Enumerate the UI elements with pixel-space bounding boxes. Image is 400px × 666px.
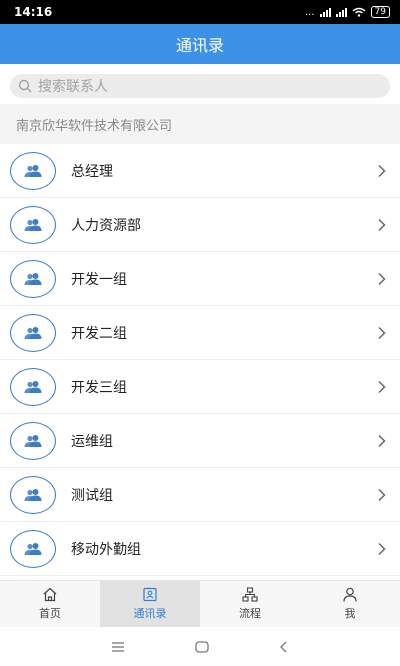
list-item-label: 运维组 <box>71 433 113 450</box>
chevron-right-icon <box>378 326 386 339</box>
group-avatar-icon <box>10 367 56 406</box>
chevron-right-icon <box>378 434 386 447</box>
group-avatar-icon <box>10 421 56 460</box>
chevron-right-icon <box>378 272 386 285</box>
chevron-right-icon <box>378 164 386 177</box>
tab-workflow[interactable]: 流程 <box>200 581 300 627</box>
tab-label: 首页 <box>39 607 61 620</box>
organization-name: 南京欣华软件技术有限公司 <box>16 118 173 134</box>
signal-icon-2 <box>335 7 347 17</box>
app-header: 通讯录 <box>0 24 400 64</box>
group-avatar-icon <box>10 313 56 352</box>
chevron-right-icon <box>378 380 386 393</box>
list-item[interactable]: 测试组 <box>0 468 400 522</box>
list-item-label: 人力资源部 <box>71 217 141 234</box>
status-bar: 14:16 ... 79 <box>0 0 400 24</box>
back-icon[interactable] <box>279 641 289 653</box>
list-item[interactable]: 运维组 <box>0 414 400 468</box>
group-avatar-icon <box>10 529 56 568</box>
group-avatar-icon <box>10 151 56 190</box>
list-item[interactable]: 人力资源部 <box>0 198 400 252</box>
list-item[interactable]: 开发一组 <box>0 252 400 306</box>
chevron-right-icon <box>378 542 386 555</box>
home-button-icon[interactable] <box>195 640 209 653</box>
menu-icon[interactable] <box>111 641 125 652</box>
wifi-icon <box>352 7 365 17</box>
tab-label: 我 <box>344 607 356 620</box>
list-item[interactable]: 移动外勤组 <box>0 522 400 576</box>
chevron-right-icon <box>378 488 386 501</box>
contacts-icon <box>143 587 157 602</box>
search-bar: 搜索联系人 <box>0 64 400 100</box>
signal-icon <box>319 7 331 17</box>
bottom-tab-bar: 首页 通讯录 流程 我 <box>0 580 400 627</box>
tab-me[interactable]: 我 <box>300 581 400 627</box>
group-avatar-icon <box>10 475 56 514</box>
group-avatar-icon <box>10 259 56 298</box>
search-placeholder: 搜索联系人 <box>38 79 108 95</box>
tab-label: 流程 <box>239 607 261 620</box>
list-item-label: 测试组 <box>71 487 113 504</box>
list-item-label: 开发一组 <box>71 271 127 288</box>
workflow-icon <box>242 587 258 602</box>
list-item-label: 开发二组 <box>71 325 127 342</box>
list-item-label: 开发三组 <box>71 379 127 396</box>
tab-home[interactable]: 首页 <box>0 581 100 627</box>
profile-icon <box>343 587 357 602</box>
status-icons: ... 79 <box>305 6 390 18</box>
group-avatar-icon <box>10 205 56 244</box>
list-item-label: 总经理 <box>71 163 113 180</box>
chevron-right-icon <box>378 218 386 231</box>
network-activity: ... <box>305 6 315 18</box>
list-item[interactable]: 开发三组 <box>0 360 400 414</box>
page-title: 通讯录 <box>175 36 224 55</box>
tab-label: 通讯录 <box>133 607 167 620</box>
battery-icon: 79 <box>370 6 390 18</box>
department-list: 总经理 人力资源部 开发一组 开发二组 开发三组 运维组 测试组 移动外勤组 <box>0 144 400 576</box>
home-icon <box>43 587 57 602</box>
search-icon <box>18 79 32 93</box>
tab-contacts[interactable]: 通讯录 <box>100 581 200 627</box>
list-item[interactable]: 开发二组 <box>0 306 400 360</box>
organization-header: 南京欣华软件技术有限公司 <box>0 104 400 144</box>
list-item-label: 移动外勤组 <box>71 541 141 558</box>
system-nav-bar <box>0 627 400 666</box>
list-item[interactable]: 总经理 <box>0 144 400 198</box>
search-input[interactable]: 搜索联系人 <box>10 74 390 98</box>
status-time: 14:16 <box>14 5 53 19</box>
